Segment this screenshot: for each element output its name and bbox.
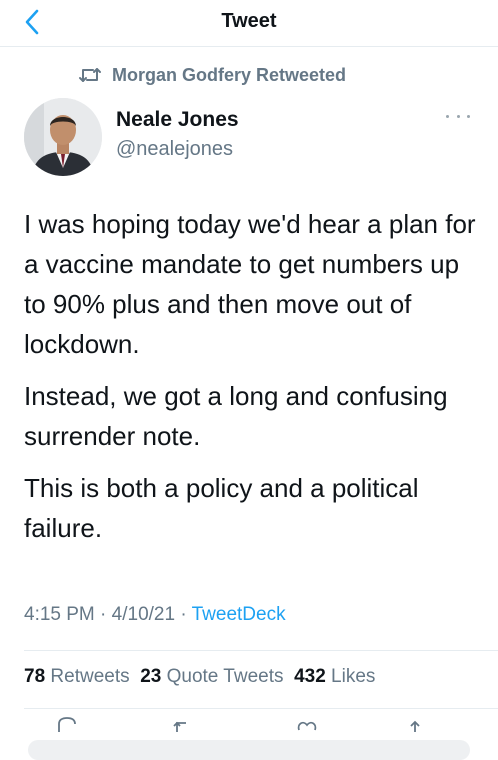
likes-count: 432 (294, 666, 326, 687)
author-handle[interactable]: @nealejones (116, 138, 233, 161)
separator: · (180, 604, 192, 625)
page-title: Tweet (221, 10, 277, 32)
likes-label: Likes (331, 666, 376, 687)
reply-composer-bar[interactable] (28, 740, 470, 760)
tweet-paragraph: This is both a policy and a political fa… (24, 473, 419, 543)
tweet-text: I was hoping today we'd hear a plan for … (24, 204, 484, 560)
author-name[interactable]: Neale Jones (116, 108, 239, 132)
more-options-button[interactable] (446, 110, 470, 122)
retweets-stat[interactable]: 78 Retweets (24, 666, 130, 687)
avatar[interactable] (24, 98, 102, 176)
tweet-date[interactable]: 4/10/21 (112, 604, 175, 625)
divider (24, 650, 498, 651)
tweet-source[interactable]: TweetDeck (192, 604, 286, 625)
quotes-count: 23 (140, 666, 162, 687)
share-icon[interactable] (404, 716, 426, 732)
reply-icon[interactable] (56, 716, 78, 732)
likes-stat[interactable]: 432 Likes (294, 666, 375, 687)
retweets-count: 78 (24, 666, 46, 687)
retweet-action-icon[interactable] (172, 716, 194, 732)
tweet-paragraph: Instead, we got a long and confusing sur… (24, 381, 448, 451)
quotes-label: Quote Tweets (166, 666, 284, 687)
retweets-label: Retweets (50, 666, 130, 687)
avatar-photo (24, 98, 102, 176)
tweet-metadata: 4:15 PM · 4/10/21 · TweetDeck (24, 604, 286, 626)
more-horizontal-icon (446, 114, 449, 118)
tweet-paragraph: I was hoping today we'd hear a plan for … (24, 209, 476, 359)
retweet-context[interactable]: Morgan Godfery Retweeted (78, 62, 346, 88)
separator: · (100, 604, 112, 625)
retweet-context-label: Morgan Godfery Retweeted (112, 64, 347, 85)
engagement-stats: 78 Retweets 23 Quote Tweets 432 Likes (24, 666, 375, 688)
quotes-stat[interactable]: 23 Quote Tweets (140, 666, 283, 687)
heart-icon[interactable] (296, 716, 318, 732)
divider (24, 708, 498, 709)
action-bar (0, 716, 498, 732)
retweet-icon (79, 68, 101, 82)
tweet-time[interactable]: 4:15 PM (24, 604, 95, 625)
top-bar: Tweet (0, 0, 498, 47)
